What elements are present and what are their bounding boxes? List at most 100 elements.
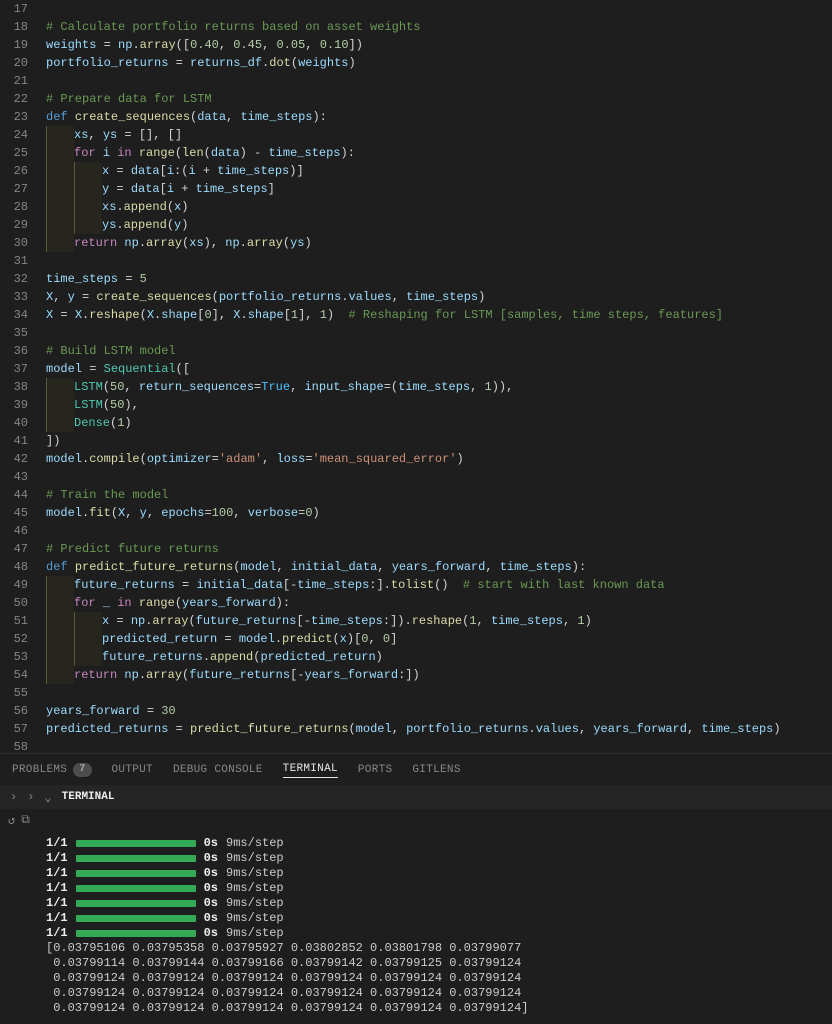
history-icon[interactable]: ↺ xyxy=(8,813,15,828)
line-number: 32 xyxy=(0,270,46,288)
code-line[interactable]: 49future_returns = initial_data[-time_st… xyxy=(0,576,832,594)
line-number: 37 xyxy=(0,360,46,378)
code-content: LSTM(50, return_sequences=True, input_sh… xyxy=(46,378,832,396)
code-line[interactable]: 17 xyxy=(0,0,832,18)
code-line[interactable]: 21 xyxy=(0,72,832,90)
code-line[interactable]: 48def predict_future_returns(model, init… xyxy=(0,558,832,576)
code-line[interactable]: 32time_steps = 5 xyxy=(0,270,832,288)
code-line[interactable]: 18# Calculate portfolio returns based on… xyxy=(0,18,832,36)
code-line[interactable]: 55 xyxy=(0,684,832,702)
code-content: future_returns = initial_data[-time_step… xyxy=(46,576,832,594)
code-line[interactable]: 26x = data[i:(i + time_steps)] xyxy=(0,162,832,180)
progress-bar-icon xyxy=(76,870,196,877)
progress-row: 1/10s 9ms/step xyxy=(46,896,832,911)
tab-gitlens[interactable]: GITLENS xyxy=(412,764,460,776)
code-content: return np.array(future_returns[-years_fo… xyxy=(46,666,832,684)
code-line[interactable]: 38LSTM(50, return_sequences=True, input_… xyxy=(0,378,832,396)
chevron-right-icon[interactable]: › xyxy=(27,790,34,804)
progress-bar-icon xyxy=(76,855,196,862)
line-number: 34 xyxy=(0,306,46,324)
line-number: 53 xyxy=(0,648,46,666)
code-line[interactable]: 34X = X.reshape(X.shape[0], X.shape[1], … xyxy=(0,306,832,324)
code-content: model = Sequential([ xyxy=(46,360,832,378)
code-line[interactable]: 58 xyxy=(0,738,832,753)
code-line[interactable]: 46 xyxy=(0,522,832,540)
code-content: X, y = create_sequences(portfolio_return… xyxy=(46,288,832,306)
code-line[interactable]: 54return np.array(future_returns[-years_… xyxy=(0,666,832,684)
code-line[interactable]: 53future_returns.append(predicted_return… xyxy=(0,648,832,666)
code-line[interactable]: 56years_forward = 30 xyxy=(0,702,832,720)
code-line[interactable]: 41]) xyxy=(0,432,832,450)
copy-icon[interactable]: ⧉ xyxy=(21,813,30,828)
code-line[interactable]: 33X, y = create_sequences(portfolio_retu… xyxy=(0,288,832,306)
chevron-down-icon[interactable]: ⌄ xyxy=(44,790,51,805)
line-number: 52 xyxy=(0,630,46,648)
code-editor[interactable]: 1718# Calculate portfolio returns based … xyxy=(0,0,832,753)
code-line[interactable]: 23def create_sequences(data, time_steps)… xyxy=(0,108,832,126)
code-content: predicted_return = model.predict(x)[0, 0… xyxy=(46,630,832,648)
line-number: 54 xyxy=(0,666,46,684)
code-line[interactable]: 57predicted_returns = predict_future_ret… xyxy=(0,720,832,738)
tab-debug-console[interactable]: DEBUG CONSOLE xyxy=(173,764,263,776)
code-line[interactable]: 43 xyxy=(0,468,832,486)
code-line[interactable]: 45model.fit(X, y, epochs=100, verbose=0) xyxy=(0,504,832,522)
tab-output[interactable]: OUTPUT xyxy=(112,764,153,776)
code-content: weights = np.array([0.40, 0.45, 0.05, 0.… xyxy=(46,36,832,54)
line-number: 30 xyxy=(0,234,46,252)
terminal-line: 0.03799114 0.03799144 0.03799166 0.03799… xyxy=(46,956,832,971)
tab-problems[interactable]: PROBLEMS 7 xyxy=(12,763,92,777)
line-number: 50 xyxy=(0,594,46,612)
line-number: 25 xyxy=(0,144,46,162)
line-number: 31 xyxy=(0,252,46,270)
code-line[interactable]: 29ys.append(y) xyxy=(0,216,832,234)
code-line[interactable]: 20portfolio_returns = returns_df.dot(wei… xyxy=(0,54,832,72)
line-number: 19 xyxy=(0,36,46,54)
line-number: 20 xyxy=(0,54,46,72)
line-number: 29 xyxy=(0,216,46,234)
code-content: xs, ys = [], [] xyxy=(46,126,832,144)
chevron-right-icon[interactable]: › xyxy=(10,790,17,804)
code-line[interactable]: 47# Predict future returns xyxy=(0,540,832,558)
progress-row: 1/10s 9ms/step xyxy=(46,851,832,866)
progress-bar-icon xyxy=(76,915,196,922)
line-number: 46 xyxy=(0,522,46,540)
code-line[interactable]: 30return np.array(xs), np.array(ys) xyxy=(0,234,832,252)
line-number: 35 xyxy=(0,324,46,342)
code-content: time_steps = 5 xyxy=(46,270,832,288)
line-number: 51 xyxy=(0,612,46,630)
line-number: 40 xyxy=(0,414,46,432)
terminal-output[interactable]: 1/10s 9ms/step1/10s 9ms/step1/10s 9ms/st… xyxy=(0,832,832,1024)
line-number: 27 xyxy=(0,180,46,198)
terminal-side-icons: ↺ ⧉ xyxy=(0,809,832,832)
code-line[interactable]: 25for i in range(len(data) - time_steps)… xyxy=(0,144,832,162)
code-line[interactable]: 39LSTM(50), xyxy=(0,396,832,414)
line-number: 36 xyxy=(0,342,46,360)
code-line[interactable]: 42model.compile(optimizer='adam', loss='… xyxy=(0,450,832,468)
progress-bar-icon xyxy=(76,900,196,907)
code-line[interactable]: 44# Train the model xyxy=(0,486,832,504)
tab-terminal[interactable]: TERMINAL xyxy=(283,763,338,778)
panel-tabs: PROBLEMS 7 OUTPUT DEBUG CONSOLE TERMINAL… xyxy=(0,753,832,785)
code-line[interactable]: 52predicted_return = model.predict(x)[0,… xyxy=(0,630,832,648)
code-line[interactable]: 40Dense(1) xyxy=(0,414,832,432)
tab-ports[interactable]: PORTS xyxy=(358,764,393,776)
line-number: 28 xyxy=(0,198,46,216)
code-line[interactable]: 35 xyxy=(0,324,832,342)
code-line[interactable]: 22# Prepare data for LSTM xyxy=(0,90,832,108)
code-content: # Train the model xyxy=(46,486,832,504)
code-line[interactable]: 51x = np.array(future_returns[-time_step… xyxy=(0,612,832,630)
line-number: 56 xyxy=(0,702,46,720)
code-line[interactable]: 24xs, ys = [], [] xyxy=(0,126,832,144)
progress-row: 1/10s 9ms/step xyxy=(46,911,832,926)
code-line[interactable]: 27y = data[i + time_steps] xyxy=(0,180,832,198)
code-content: LSTM(50), xyxy=(46,396,832,414)
code-content: def create_sequences(data, time_steps): xyxy=(46,108,832,126)
code-line[interactable]: 37model = Sequential([ xyxy=(0,360,832,378)
code-content xyxy=(46,684,832,702)
code-line[interactable]: 19weights = np.array([0.40, 0.45, 0.05, … xyxy=(0,36,832,54)
code-line[interactable]: 36# Build LSTM model xyxy=(0,342,832,360)
code-line[interactable]: 28xs.append(x) xyxy=(0,198,832,216)
code-line[interactable]: 50for _ in range(years_forward): xyxy=(0,594,832,612)
code-content: for i in range(len(data) - time_steps): xyxy=(46,144,832,162)
code-line[interactable]: 31 xyxy=(0,252,832,270)
